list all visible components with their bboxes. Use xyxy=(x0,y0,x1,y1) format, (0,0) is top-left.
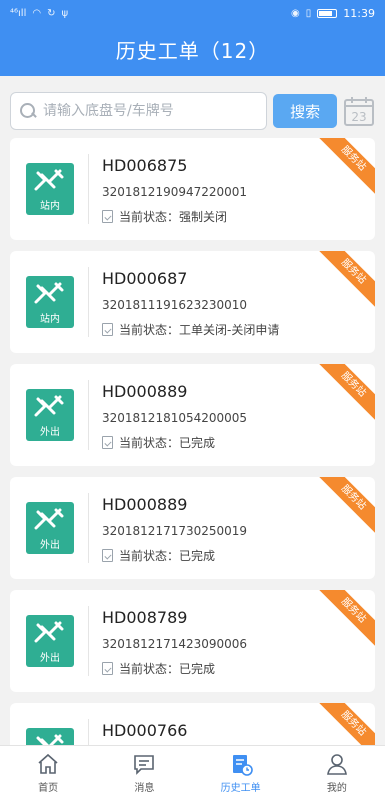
divider xyxy=(88,493,89,563)
divider xyxy=(88,154,89,224)
repair-tools-icon: 外出 xyxy=(26,389,74,441)
location-tag: 外出 xyxy=(40,427,60,438)
checklist-icon xyxy=(102,436,113,449)
app-header: ⁴⁶ıll ◠ ↻ ψ ◉ ▯ 11:39 历史工单（12） xyxy=(0,0,385,76)
order-number: HD000889 xyxy=(102,495,188,514)
order-status-text: 当前状态：已完成 xyxy=(119,662,216,676)
work-order-card[interactable]: 站内 HD000687 3201811191623230010 当前状态：工单关… xyxy=(10,251,375,353)
calendar-day: 23 xyxy=(351,110,366,124)
order-status-text: 当前状态：已完成 xyxy=(119,436,216,450)
chassis-number: 3201812171423090006 xyxy=(102,637,248,651)
nav-item-home[interactable]: 首页 xyxy=(0,746,96,800)
checklist-icon xyxy=(102,549,113,562)
chassis-number: 3201812190947220001 xyxy=(102,185,248,199)
vibrate-icon: ▯ xyxy=(305,7,312,19)
search-input[interactable] xyxy=(43,103,243,119)
chassis-number: 3201812181054200005 xyxy=(102,411,248,425)
location-icon: ◉ xyxy=(291,7,300,19)
nav-label: 历史工单 xyxy=(220,783,261,794)
service-station-ribbon: 服务站 xyxy=(312,138,375,200)
location-tag: 站内 xyxy=(40,314,60,325)
order-status: 当前状态：已完成 xyxy=(102,547,215,564)
order-number: HD000889 xyxy=(102,382,188,401)
order-status: 当前状态：已完成 xyxy=(102,434,215,451)
location-tag: 外出 xyxy=(40,540,60,551)
status-time: 11:39 xyxy=(343,6,375,20)
service-station-ribbon: 服务站 xyxy=(312,590,375,652)
checklist-icon xyxy=(102,323,113,336)
repair-tools-icon: 站内 xyxy=(26,163,74,215)
repair-tools-icon: 站内 xyxy=(26,276,74,328)
divider xyxy=(88,606,89,676)
order-status-text: 当前状态：已完成 xyxy=(119,549,216,563)
checklist-icon xyxy=(102,662,113,675)
location-tag: 站内 xyxy=(40,201,60,212)
location-tag: 外出 xyxy=(40,653,60,664)
message-icon xyxy=(134,755,155,775)
profile-icon xyxy=(326,754,347,775)
calendar-icon[interactable]: 23 xyxy=(343,95,375,127)
repair-tools-icon: 外出 xyxy=(26,615,74,667)
nav-item-messages[interactable]: 消息 xyxy=(96,746,192,800)
order-number: HD000766 xyxy=(102,721,188,740)
home-icon xyxy=(38,753,58,774)
search-box[interactable] xyxy=(10,92,268,130)
usb-icon: ψ xyxy=(61,7,69,19)
nav-label: 首页 xyxy=(38,783,59,794)
order-number: HD008789 xyxy=(102,608,188,627)
wifi-icon: ◠ xyxy=(32,7,42,19)
history-order-icon xyxy=(232,755,253,776)
work-order-list: 站内 HD006875 3201812190947220001 当前状态：强制关… xyxy=(10,138,375,800)
work-order-card[interactable]: 站内 HD006875 3201812190947220001 当前状态：强制关… xyxy=(10,138,375,240)
order-number: HD006875 xyxy=(102,156,188,175)
chassis-number: 3201811191623230010 xyxy=(102,298,248,312)
work-order-card[interactable]: 外出 HD000889 3201812171730250019 当前状态：已完成… xyxy=(10,477,375,579)
checklist-icon xyxy=(102,210,113,223)
nav-label: 消息 xyxy=(134,783,155,794)
search-row: 搜索 23 xyxy=(10,90,375,132)
signal-icon: ⁴⁶ıll xyxy=(10,7,27,19)
nav-label: 我的 xyxy=(326,783,347,794)
work-order-card[interactable]: 外出 HD008789 3201812171423090006 当前状态：已完成… xyxy=(10,590,375,692)
service-station-ribbon: 服务站 xyxy=(312,251,375,313)
sync-icon: ↻ xyxy=(47,7,56,19)
order-status-text: 当前状态：工单关闭-关闭申请 xyxy=(119,323,280,337)
service-station-ribbon: 服务站 xyxy=(312,477,375,539)
repair-tools-icon: 外出 xyxy=(26,502,74,554)
order-number: HD000687 xyxy=(102,269,188,288)
page-title: 历史工单（12） xyxy=(115,39,270,63)
battery-icon xyxy=(317,8,338,18)
status-bar: ⁴⁶ıll ◠ ↻ ψ ◉ ▯ 11:39 xyxy=(0,0,385,26)
divider xyxy=(88,267,89,337)
search-icon xyxy=(19,102,37,120)
chassis-number: 3201812171730250019 xyxy=(102,524,248,538)
order-status: 当前状态：已完成 xyxy=(102,660,215,677)
work-order-card[interactable]: 外出 HD000889 3201812181054200005 当前状态：已完成… xyxy=(10,364,375,466)
search-button[interactable]: 搜索 xyxy=(273,94,337,128)
order-status: 当前状态：工单关闭-关闭申请 xyxy=(102,321,279,338)
bottom-nav: 首页 消息 历史工单 我的 xyxy=(0,745,385,800)
nav-item-history-orders[interactable]: 历史工单 xyxy=(193,746,289,800)
order-status: 当前状态：强制关闭 xyxy=(102,208,227,225)
divider xyxy=(88,380,89,450)
service-station-ribbon: 服务站 xyxy=(312,364,375,426)
nav-item-profile[interactable]: 我的 xyxy=(289,746,385,800)
order-status-text: 当前状态：强制关闭 xyxy=(119,210,228,224)
